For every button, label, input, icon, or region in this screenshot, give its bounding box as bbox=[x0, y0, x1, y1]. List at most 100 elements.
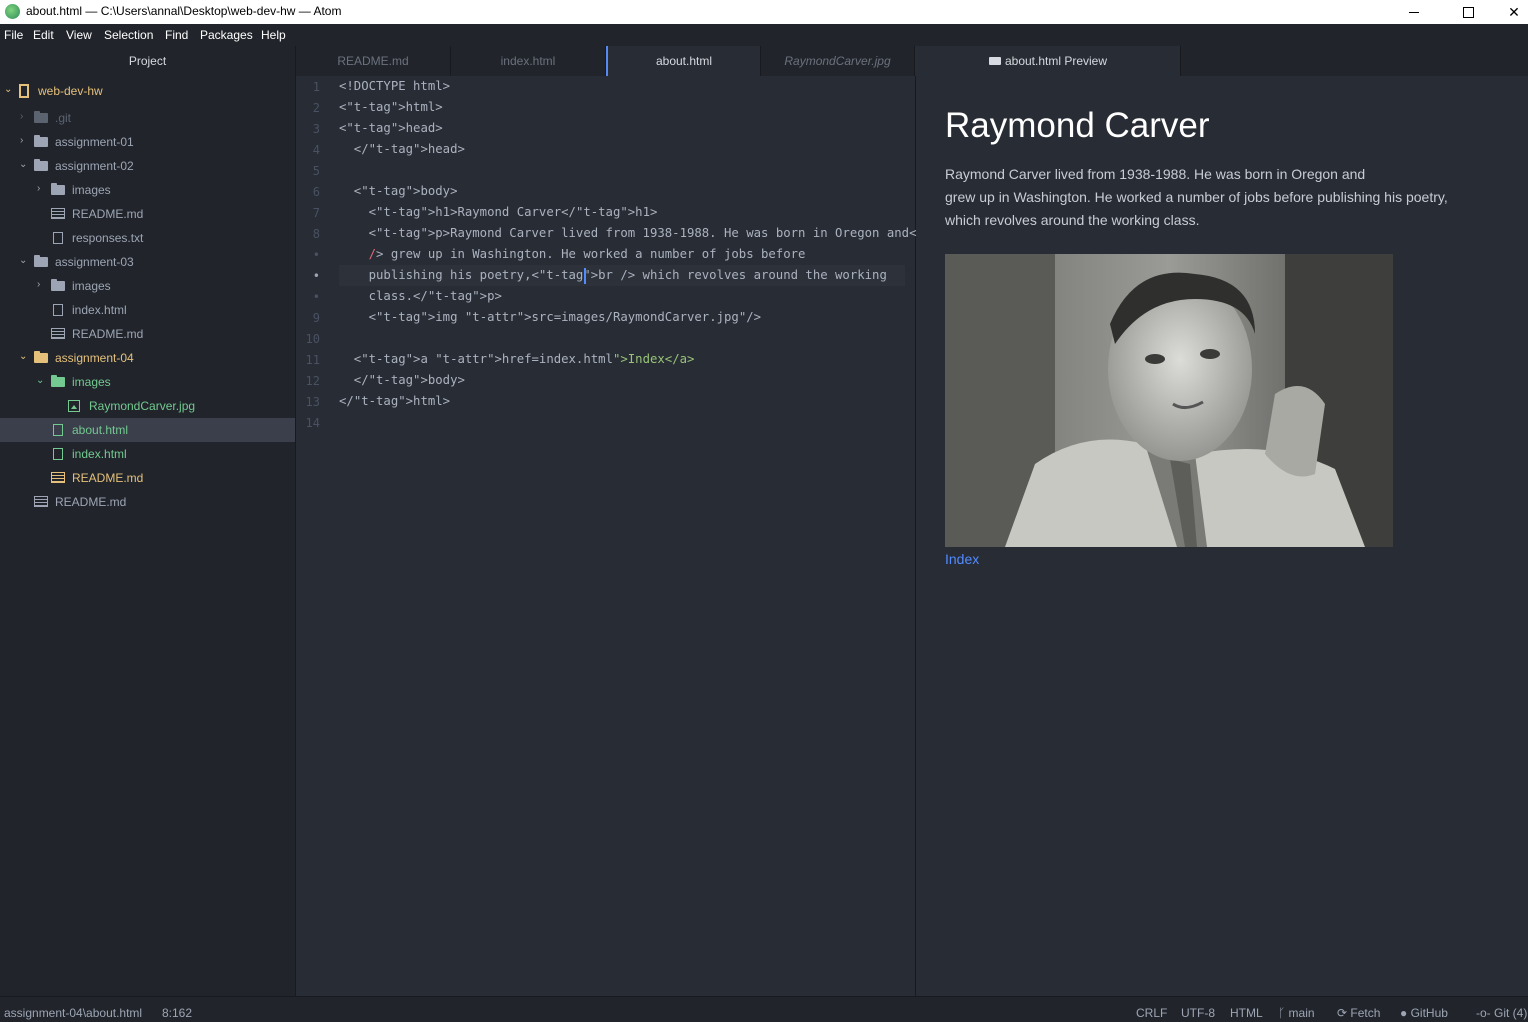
tree-item-responses[interactable]: responses.txt bbox=[0, 226, 295, 250]
tab-readme[interactable]: README.md bbox=[296, 46, 451, 76]
status-github-button[interactable]: ● GitHub bbox=[1400, 1006, 1448, 1020]
code-line: <"t-tag">body> bbox=[339, 184, 458, 198]
tree-item-readme[interactable]: README.md bbox=[0, 202, 295, 226]
minimize-button[interactable] bbox=[1391, 0, 1437, 24]
markdown-file-icon bbox=[51, 472, 65, 483]
tree-item-label: web-dev-hw bbox=[38, 84, 103, 98]
folder-icon bbox=[34, 135, 48, 147]
line-number: 14 bbox=[305, 416, 320, 430]
tree-item-index-html[interactable]: index.html bbox=[0, 442, 295, 466]
line-number: 3 bbox=[312, 122, 320, 136]
tree-item-label: responses.txt bbox=[72, 231, 144, 245]
markdown-file-icon bbox=[51, 208, 65, 219]
tree-item-assignment-02[interactable]: ⌄ assignment-02 bbox=[0, 154, 295, 178]
status-branch[interactable]: ᚴ main bbox=[1278, 1006, 1315, 1020]
tree-item-images[interactable]: ⌄ images bbox=[0, 370, 295, 394]
chevron-right-icon: › bbox=[37, 279, 41, 290]
text-cursor bbox=[584, 268, 586, 284]
tree-item-web-dev-hw[interactable]: ⌄ web-dev-hw bbox=[0, 79, 295, 103]
chevron-down-icon: ⌄ bbox=[19, 351, 28, 362]
status-encoding[interactable]: UTF-8 bbox=[1181, 1006, 1215, 1020]
tree-item-about-html[interactable]: about.html bbox=[0, 418, 295, 442]
tree-item-assignment-01[interactable]: › assignment-01 bbox=[0, 130, 295, 154]
tree-item-label: assignment-04 bbox=[55, 351, 134, 365]
code-line: <!DOCTYPE html> bbox=[339, 79, 451, 93]
tree-item-images[interactable]: › images bbox=[0, 178, 295, 202]
code-line: <"t-tag">p>Raymond Carver lived from 193… bbox=[339, 226, 991, 240]
menu-bar: File Edit View Selection Find Packages H… bbox=[0, 24, 1528, 46]
line-number: 6 bbox=[312, 185, 320, 199]
status-git-button[interactable]: -o- Git (4) bbox=[1476, 1006, 1527, 1020]
tab-index-html[interactable]: index.html bbox=[451, 46, 606, 76]
minimize-icon bbox=[1409, 11, 1419, 13]
code-line: <"t-tag">html> bbox=[339, 100, 443, 114]
tree-item-label: images bbox=[72, 279, 111, 293]
html-preview-pane: Raymond Carver Raymond Carver lived from… bbox=[916, 76, 1528, 996]
tree-item-git[interactable]: › .git bbox=[0, 106, 295, 130]
status-grammar[interactable]: HTML bbox=[1230, 1006, 1263, 1020]
tree-item-label: README.md bbox=[55, 495, 127, 509]
tree-item-label: images bbox=[72, 375, 111, 389]
code-line: <"t-tag">a "t-attr">href=index.html">Ind… bbox=[339, 352, 695, 366]
menu-help[interactable]: Help bbox=[261, 28, 286, 42]
preview-heading: Raymond Carver bbox=[945, 106, 1210, 145]
tree-item-images[interactable]: › images bbox=[0, 274, 295, 298]
github-icon: ● bbox=[1400, 1006, 1408, 1020]
wrap-marker: • bbox=[312, 290, 320, 304]
tree-item-readme-root[interactable]: README.md bbox=[0, 490, 295, 514]
tree-item-label: README.md bbox=[72, 327, 144, 341]
line-number: 8 bbox=[312, 227, 320, 241]
line-number: 13 bbox=[305, 395, 320, 409]
folder-icon bbox=[51, 375, 65, 387]
raymond-carver-photo bbox=[945, 254, 1393, 547]
tree-item-index-html[interactable]: index.html bbox=[0, 298, 295, 322]
tree-item-readme[interactable]: README.md bbox=[0, 466, 295, 490]
chevron-down-icon: ⌄ bbox=[19, 255, 28, 266]
tree-item-label: RaymondCarver.jpg bbox=[89, 399, 196, 413]
image-file-icon bbox=[68, 400, 80, 412]
atom-logo-icon bbox=[5, 4, 20, 19]
menu-find[interactable]: Find bbox=[165, 28, 188, 42]
menu-file[interactable]: File bbox=[4, 28, 23, 42]
folder-icon bbox=[51, 279, 65, 291]
preview-index-link[interactable]: Index bbox=[945, 551, 979, 567]
project-header[interactable]: Project bbox=[0, 46, 295, 76]
tree-item-label: .git bbox=[55, 111, 72, 125]
line-number: 11 bbox=[305, 353, 320, 367]
status-fetch-label: Fetch bbox=[1350, 1006, 1381, 1020]
window-title: about.html — C:\Users\annal\Desktop\web-… bbox=[26, 4, 342, 18]
markdown-file-icon bbox=[34, 496, 48, 507]
status-cursor-position[interactable]: 8:162 bbox=[162, 1006, 192, 1020]
tab-raymondcarver-jpg[interactable]: RaymondCarver.jpg bbox=[761, 46, 915, 76]
git-commit-icon: -o- bbox=[1476, 1006, 1491, 1020]
menu-packages[interactable]: Packages bbox=[200, 28, 253, 42]
chevron-right-icon: › bbox=[20, 111, 24, 122]
title-bar: about.html — C:\Users\annal\Desktop\web-… bbox=[0, 0, 1528, 24]
tab-about-html[interactable]: about.html bbox=[606, 46, 761, 76]
preview-paragraph-line: Raymond Carver lived from 1938-1988. He … bbox=[945, 166, 1366, 182]
status-line-ending[interactable]: CRLF bbox=[1136, 1006, 1167, 1020]
status-git-label: Git (4) bbox=[1494, 1006, 1528, 1020]
menu-selection[interactable]: Selection bbox=[104, 28, 153, 42]
tree-item-assignment-04[interactable]: ⌄ assignment-04 bbox=[0, 346, 295, 370]
status-fetch-button[interactable]: ⟳ Fetch bbox=[1337, 1006, 1380, 1020]
tree-item-label: index.html bbox=[72, 303, 127, 317]
tree-item-raymondcarver-jpg[interactable]: RaymondCarver.jpg bbox=[0, 394, 295, 418]
tab-about-html-preview[interactable]: about.html Preview bbox=[916, 46, 1181, 76]
close-button[interactable]: ✕ bbox=[1491, 0, 1528, 24]
menu-edit[interactable]: Edit bbox=[33, 28, 54, 42]
menu-view[interactable]: View bbox=[66, 28, 92, 42]
editor-tab-bar: README.md index.html about.html RaymondC… bbox=[296, 46, 915, 76]
markdown-icon bbox=[988, 57, 1001, 65]
preview-paragraph: Raymond Carver lived from 1938-1988. He … bbox=[945, 163, 1485, 232]
code-editor[interactable]: 1 2 3 4 5 6 7 8 • • • 9 10 11 12 13 14 <… bbox=[296, 76, 991, 996]
code-line: <"t-tag">head> bbox=[339, 121, 443, 135]
code-line: </"t-tag">html> bbox=[339, 394, 451, 408]
folder-icon bbox=[51, 183, 65, 195]
tree-item-assignment-03[interactable]: ⌄ assignment-03 bbox=[0, 250, 295, 274]
maximize-button[interactable] bbox=[1445, 0, 1491, 24]
status-file-path[interactable]: assignment-04\about.html bbox=[4, 1006, 142, 1020]
code-line: /> grew up in Washington. He worked a nu… bbox=[368, 247, 806, 261]
tree-item-readme[interactable]: README.md bbox=[0, 322, 295, 346]
status-github-label: GitHub bbox=[1410, 1006, 1448, 1020]
